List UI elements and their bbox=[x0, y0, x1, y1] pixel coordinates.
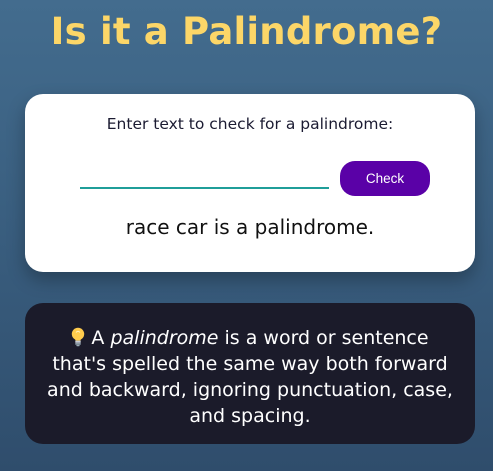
lightbulb-icon bbox=[71, 327, 85, 347]
page-title: Is it a Palindrome? bbox=[50, 10, 443, 53]
check-button[interactable]: Check bbox=[340, 161, 430, 196]
info-term: palindrome bbox=[110, 327, 219, 349]
result-text: race car is a palindrome. bbox=[125, 215, 375, 239]
input-label: Enter text to check for a palindrome: bbox=[106, 115, 394, 133]
info-box: A palindrome is a word or sentence that'… bbox=[25, 303, 475, 444]
info-prefix: A bbox=[91, 327, 111, 349]
text-input[interactable] bbox=[80, 161, 329, 189]
checker-card: Enter text to check for a palindrome: Ch… bbox=[25, 94, 475, 272]
